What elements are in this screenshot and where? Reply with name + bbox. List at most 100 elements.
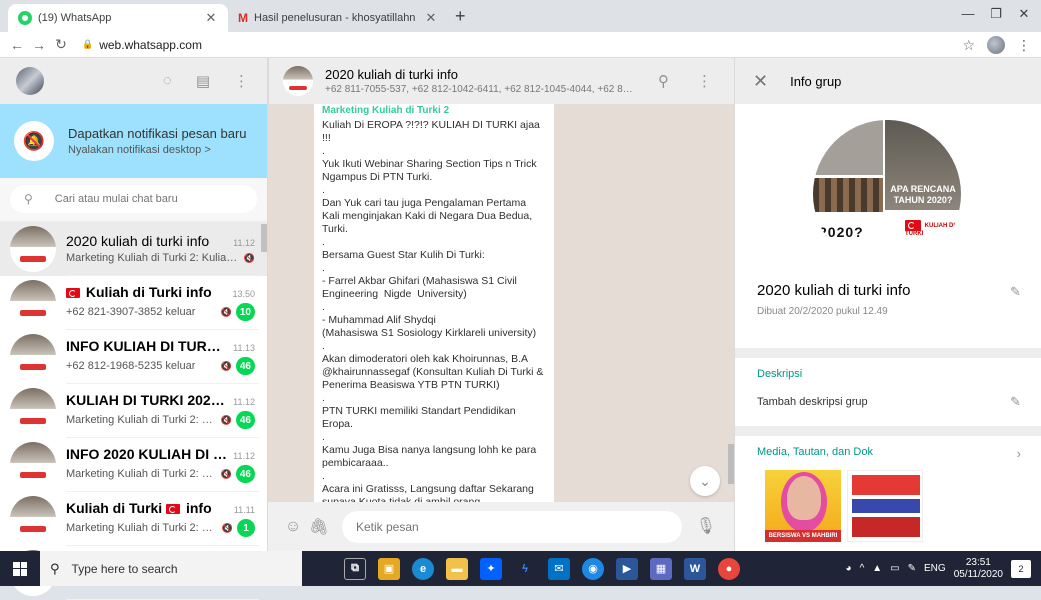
chat-time: 11.12 — [233, 397, 255, 407]
bookmark-star-icon[interactable]: ☆ — [962, 37, 975, 54]
new-chat-icon[interactable]: ▤ — [196, 72, 210, 90]
media-thumbnail[interactable]: BERSISWA VS MAHBIRI — [765, 470, 841, 542]
message-line: Kamu Juga Bisa nanya langsung lohh ke pa… — [322, 444, 540, 469]
notification-banner[interactable]: 🔕 Dapatkan notifikasi pesan baru Nyalaka… — [0, 104, 267, 178]
message-composer: ☺ 🖇 🎙 — [268, 502, 734, 551]
task-view-icon[interactable]: ⧉ — [344, 557, 366, 580]
chat-list-item[interactable]: 2020 kuliah di turki info 11.12 Marketing … — [0, 222, 267, 276]
store-icon[interactable]: ▣ — [378, 557, 400, 580]
emoji-icon[interactable]: ☺ — [280, 518, 306, 536]
search-messages-icon[interactable]: ⚲ — [658, 72, 669, 90]
dropbox-icon[interactable]: ✦ — [480, 557, 502, 580]
muted-icon: 🔇 — [220, 306, 232, 317]
network-icon[interactable]: ▲ — [872, 563, 882, 574]
taskbar-search[interactable]: ⚲ Type here to search — [40, 551, 302, 586]
chat-list-item[interactable]: Kuliah di Turki info 11.11 Marketing Kulia… — [0, 492, 267, 546]
start-button[interactable] — [0, 551, 40, 586]
chat-time: 11.12 — [233, 451, 255, 461]
conversation-header[interactable]: 2020 kuliah di turki info +62 811-7055-5… — [268, 58, 734, 104]
scroll-down-button[interactable]: ⌄ — [690, 466, 720, 496]
group-picture[interactable]: APA RENCANA TAHUN 2020? 2020? KULIAH DI … — [813, 120, 961, 268]
photos-icon[interactable]: ▦ — [650, 557, 672, 580]
message-line: PTN TURKI memiliki Standart Pendidikan E… — [322, 405, 519, 430]
menu-icon[interactable]: ⋮ — [234, 72, 249, 90]
system-tray: ◕ ^ ▲ ▭ ✎ ENG 23:51 05/11/2020 2 — [846, 551, 1041, 586]
new-tab-icon[interactable]: + — [455, 7, 466, 25]
app-icon[interactable]: ▶ — [616, 557, 638, 580]
pen-icon[interactable]: ✎ — [908, 563, 916, 574]
tab-gmail[interactable]: M Hasil penelusuran - khosyatillahn ✕ — [228, 4, 448, 32]
message-line: Dan Yuk cari tau juga Pengalaman Pertama… — [322, 197, 535, 235]
url-field[interactable]: web.whatsapp.com — [99, 38, 202, 52]
status-icon[interactable]: ◌ — [163, 72, 172, 90]
windows-logo-icon — [13, 561, 27, 576]
chat-time: 11.11 — [233, 505, 255, 515]
forward-icon[interactable]: → — [28, 37, 50, 53]
conversation-menu-icon[interactable]: ⋮ — [697, 72, 712, 90]
back-icon[interactable]: ← — [6, 37, 28, 53]
action-center-icon[interactable]: 2 — [1011, 559, 1031, 578]
language-indicator[interactable]: ENG — [924, 563, 946, 574]
close-window-icon[interactable]: ✕ — [1009, 6, 1039, 22]
browser-menu-icon[interactable]: ⋮ — [1017, 37, 1031, 54]
chat-list-scrollbar[interactable] — [261, 224, 267, 252]
kuliah-di-turki-logo: KULIAH DI TURKI — [905, 220, 961, 237]
restore-icon[interactable]: ❐ — [981, 6, 1011, 22]
tray-app-icon[interactable]: ◕ — [846, 563, 852, 574]
muted-icon: 🔇 — [220, 468, 232, 479]
group-name: 2020 kuliah di turki info — [757, 282, 911, 299]
microphone-icon[interactable]: 🎙 — [696, 516, 716, 536]
sidebar-header: ◌ ▤ ⋮ — [0, 58, 267, 104]
edit-name-pencil-icon[interactable]: ✎ — [1010, 284, 1021, 300]
message-input[interactable] — [342, 510, 682, 543]
user-avatar[interactable] — [16, 67, 44, 95]
chevron-right-icon[interactable]: › — [1017, 446, 1021, 461]
search-icon: ⚲ — [24, 192, 33, 206]
battery-icon[interactable]: ▭ — [890, 563, 899, 574]
file-explorer-icon[interactable]: ▬ — [446, 557, 468, 580]
profile-avatar[interactable] — [987, 36, 1005, 54]
chat-list-item[interactable]: Kuliah di Turki info 13.50 +62 821-3907-38… — [0, 276, 267, 330]
chat-preview: Marketing Kuliah di Turki 2: K... — [66, 522, 218, 534]
close-tab-icon[interactable]: ✕ — [424, 10, 438, 26]
close-icon[interactable]: ✕ — [753, 71, 768, 92]
chat-list-item[interactable]: INFO 2020 KULIAH DI TU... 11.12 Marketing … — [0, 438, 267, 492]
close-tab-icon[interactable]: ✕ — [204, 10, 218, 26]
mail-icon[interactable]: ✉ — [548, 557, 570, 580]
chat-list-item[interactable]: INFO KULIAH DI TURKI 2... 11.13 +62 812-19… — [0, 330, 267, 384]
tab-whatsapp[interactable]: (19) WhatsApp ✕ — [8, 4, 228, 32]
lock-icon[interactable]: 🔒 — [82, 39, 93, 50]
chat-avatar — [10, 388, 56, 434]
group-avatar[interactable] — [283, 66, 313, 96]
reload-icon[interactable]: ↻ — [50, 36, 72, 53]
media-player-icon[interactable]: ◉ — [582, 557, 604, 580]
media-thumbnail[interactable] — [847, 470, 923, 542]
chat-name: INFO KULIAH DI TURKI 2... — [66, 338, 228, 354]
chat-name: KULIAH DI TURKI 2020 I... — [66, 392, 228, 408]
chevron-up-icon[interactable]: ^ — [860, 563, 865, 574]
edit-description-pencil-icon[interactable]: ✎ — [1010, 394, 1021, 410]
minimize-icon[interactable]: — — [953, 6, 983, 21]
clock[interactable]: 23:51 05/11/2020 — [954, 557, 1003, 581]
message-line: Kuliah Di EROPA ?!?!? KULIAH DI TURKI aj… — [322, 119, 543, 144]
enable-desktop-notifications-link[interactable]: Nyalakan notifikasi desktop > — [68, 144, 247, 156]
group-info-title: Info grup — [790, 73, 842, 89]
lightning-icon[interactable]: ϟ — [514, 558, 536, 580]
message-line: . — [322, 301, 325, 313]
edge-icon[interactable]: e — [412, 557, 434, 580]
taskbar-apps: ⧉ ▣ e ▬ ✦ ϟ ✉ ◉ ▶ ▦ W ● — [344, 557, 740, 580]
attach-icon[interactable]: 🖇 — [306, 517, 332, 537]
chat-name: Kuliah di Turki info — [66, 284, 226, 300]
unread-badge: 1 — [237, 519, 255, 537]
unread-badge: 10 — [235, 303, 255, 321]
chat-preview: Marketing Kuliah di Turki 2: K... — [66, 468, 217, 480]
chat-avatar — [10, 334, 56, 380]
chrome-icon[interactable]: ● — [718, 557, 740, 580]
tab-title: Hasil penelusuran - khosyatillahn — [254, 12, 416, 24]
word-icon[interactable]: W — [684, 557, 706, 580]
media-section[interactable]: Media, Tautan, dan Dok › BERSISWA VS MAH… — [735, 436, 1041, 551]
chat-preview: Marketing Kuliah di Turki 2: K... — [66, 414, 217, 426]
search-input[interactable] — [54, 193, 235, 205]
chat-list-item[interactable]: KULIAH DI TURKI 2020 I... 11.12 Marketing … — [0, 384, 267, 438]
add-description-field[interactable]: Tambah deskripsi grup — [757, 396, 868, 408]
